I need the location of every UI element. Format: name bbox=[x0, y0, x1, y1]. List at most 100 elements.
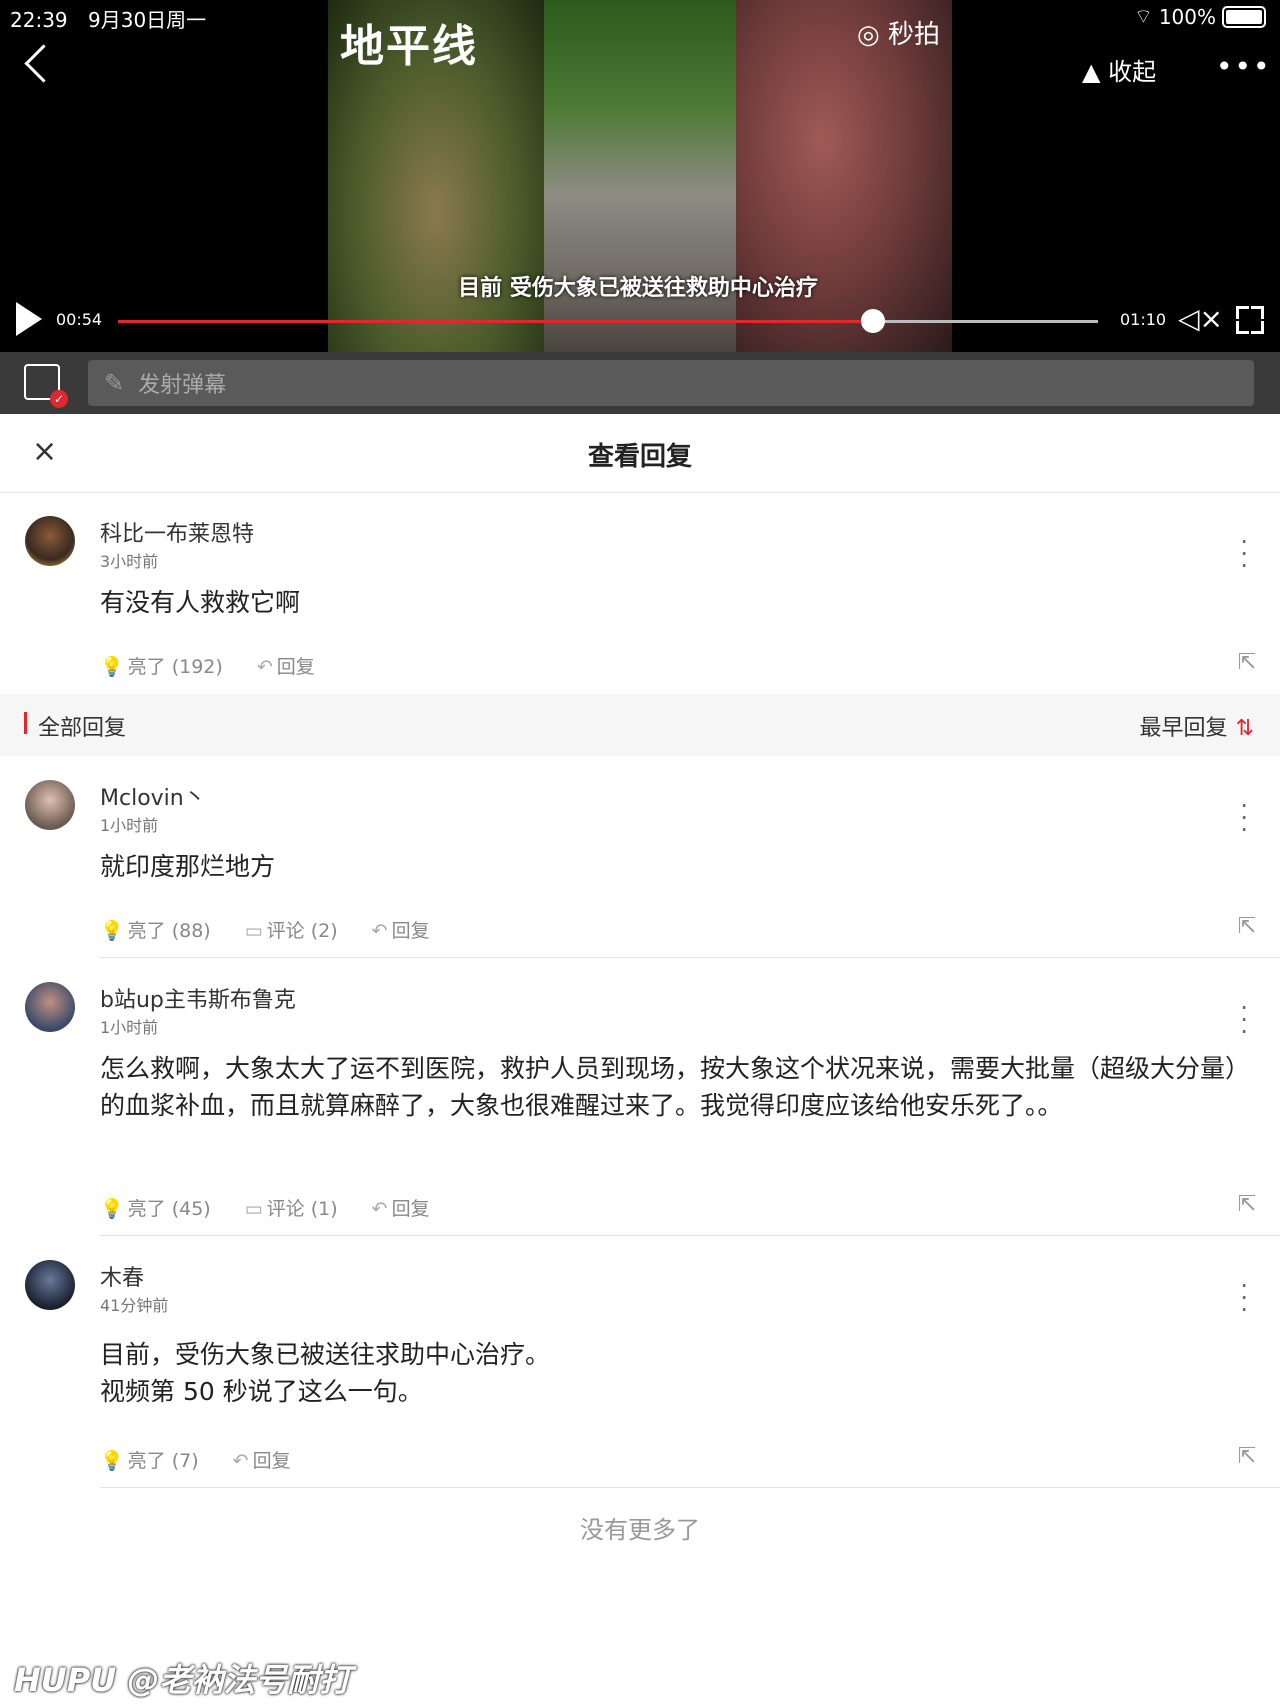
comment-user[interactable]: Mclovin丶 bbox=[100, 780, 206, 812]
pencil-icon: ✎ bbox=[104, 369, 125, 397]
lightbulb-icon: 💡 bbox=[100, 656, 124, 678]
share-icon[interactable]: ⇱ bbox=[1238, 914, 1256, 939]
miaopai-logo: ◎ 秒拍 bbox=[857, 20, 940, 50]
like-button[interactable]: 💡 亮了 (88) bbox=[100, 916, 211, 943]
reply-arrow-icon: ↶ bbox=[371, 920, 388, 942]
reply-button[interactable]: ↶ 回复 bbox=[233, 1446, 291, 1473]
comment-user[interactable]: 科比一布莱恩特 bbox=[100, 516, 254, 548]
list-item: b站up主韦斯布鲁克 1小时前 · · · 怎么救啊，大象太大了运不到医院，救护人员… bbox=[0, 958, 1280, 1236]
list-item: 木春 41分钟前 · · · 目前，受伤大象已被送往求助中心治疗。 视频第 50 秒… bbox=[0, 1236, 1280, 1488]
danmu-bar: ✎ 发射弹幕 bbox=[0, 352, 1280, 414]
sort-button[interactable]: 最早回复 ⇅ bbox=[1140, 710, 1254, 742]
like-button[interactable]: 💡 亮了 (192) bbox=[100, 652, 223, 679]
progress-fill bbox=[118, 320, 873, 323]
comment-count: 评论 (1) bbox=[266, 1198, 338, 1220]
avatar[interactable] bbox=[25, 1260, 75, 1310]
comment-text-line: 目前，受伤大象已被送往求助中心治疗。 bbox=[100, 1340, 551, 1369]
reply-button[interactable]: ↶ 回复 bbox=[257, 652, 315, 679]
back-chevron-icon[interactable] bbox=[24, 44, 63, 83]
list-item: Mclovin丶 1小时前 · · · 就印度那烂地方 💡 亮了 (88) ▭ 评论 (… bbox=[0, 756, 1280, 958]
comment-text: 目前，受伤大象已被送往求助中心治疗。 视频第 50 秒说了这么一句。 bbox=[100, 1336, 1250, 1410]
current-time: 00:54 bbox=[56, 310, 103, 329]
share-icon[interactable]: ⇱ bbox=[1238, 650, 1256, 675]
like-count: 亮了 (45) bbox=[127, 1198, 211, 1220]
comment-text: 有没有人救救它啊 bbox=[100, 588, 301, 617]
comment-time: 1小时前 bbox=[100, 816, 159, 835]
comment-text-line: 视频第 50 秒说了这么一句。 bbox=[100, 1377, 423, 1406]
video-player[interactable]: 地平线 ◎ 秒拍 目前 受伤大象已被送往救助中心治疗 22:39 9月30日周一… bbox=[0, 0, 1280, 352]
sort-icon: ⇅ bbox=[1235, 716, 1254, 741]
comment-user[interactable]: 木春 bbox=[100, 1260, 144, 1292]
section-accent bbox=[24, 712, 27, 734]
comment-bubble-icon: ▭ bbox=[244, 920, 263, 942]
channel-logo: 地平线 bbox=[340, 21, 478, 72]
like-button[interactable]: 💡 亮了 (7) bbox=[100, 1446, 199, 1473]
avatar[interactable] bbox=[25, 780, 75, 830]
comments-button[interactable]: ▭ 评论 (1) bbox=[245, 1194, 338, 1221]
lightbulb-icon: 💡 bbox=[100, 1450, 124, 1472]
section-label: 全部回复 bbox=[38, 716, 127, 741]
sort-label: 最早回复 bbox=[1139, 716, 1228, 741]
share-icon[interactable]: ⇱ bbox=[1238, 1192, 1256, 1217]
comments-button[interactable]: ▭ 评论 (2) bbox=[245, 916, 338, 943]
comment-text: 就印度那烂地方 bbox=[100, 852, 276, 881]
video-controls: 00:54 01:10 ◁× bbox=[0, 296, 1280, 344]
avatar[interactable] bbox=[25, 982, 75, 1032]
progress-track[interactable] bbox=[118, 309, 1098, 333]
like-button[interactable]: 💡 亮了 (45) bbox=[100, 1194, 211, 1221]
danmu-toggle-icon[interactable] bbox=[24, 364, 68, 408]
comment-actions: 💡 亮了 (7) ↶ 回复 bbox=[100, 1446, 291, 1473]
reply-button[interactable]: ↶ 回复 bbox=[372, 916, 430, 943]
total-time: 01:10 bbox=[1120, 310, 1167, 329]
comment-time: 3小时前 bbox=[100, 552, 159, 571]
play-icon[interactable] bbox=[16, 302, 42, 336]
reply-sheet-header: × 查看回复 bbox=[0, 414, 1280, 493]
kebab-menu-icon[interactable]: · · · bbox=[1240, 530, 1248, 578]
progress-knob[interactable] bbox=[860, 309, 885, 333]
like-count: 亮了 (192) bbox=[127, 656, 223, 678]
reply-label: 回复 bbox=[391, 1198, 430, 1220]
battery-icon bbox=[1222, 5, 1266, 28]
comment-user[interactable]: b站up主韦斯布鲁克 bbox=[100, 982, 296, 1014]
watermark: HUPU @老衲法号耐打 bbox=[14, 1661, 352, 1699]
fullscreen-icon[interactable] bbox=[1236, 306, 1264, 334]
main-comment: 科比一布莱恩特 3小时前 · · · 有没有人救救它啊 💡 亮了 (192) ↶ 回复 … bbox=[0, 492, 1280, 694]
like-count: 亮了 (7) bbox=[127, 1450, 199, 1472]
more-options-icon[interactable]: ••• bbox=[1216, 50, 1272, 83]
reply-arrow-icon: ↶ bbox=[371, 1198, 388, 1220]
reply-button[interactable]: ↶ 回复 bbox=[372, 1194, 430, 1221]
reply-label: 回复 bbox=[252, 1450, 291, 1472]
avatar[interactable] bbox=[25, 516, 75, 566]
comment-actions: 💡 亮了 (88) ▭ 评论 (2) ↶ 回复 bbox=[100, 916, 430, 943]
reply-arrow-icon: ↶ bbox=[256, 656, 273, 678]
lightbulb-icon: 💡 bbox=[100, 1198, 124, 1220]
wifi-icon: ⌔ bbox=[1134, 4, 1153, 28]
comment-actions: 💡 亮了 (45) ▭ 评论 (1) ↶ 回复 bbox=[100, 1194, 430, 1221]
reply-label: 回复 bbox=[391, 920, 430, 942]
share-icon[interactable]: ⇱ bbox=[1238, 1444, 1256, 1469]
danmu-input[interactable]: ✎ 发射弹幕 bbox=[88, 360, 1254, 406]
kebab-menu-icon[interactable]: · · · bbox=[1240, 996, 1248, 1044]
all-replies-bar: 全部回复 最早回复 ⇅ bbox=[0, 694, 1280, 756]
collapse-button[interactable]: ▲ 收起 bbox=[1082, 52, 1156, 87]
divider bbox=[100, 1487, 1280, 1488]
reply-label: 回复 bbox=[276, 656, 315, 678]
status-time: 22:39 bbox=[10, 8, 68, 32]
status-date: 9月30日周一 bbox=[88, 8, 207, 32]
no-more-text: 没有更多了 bbox=[580, 1516, 700, 1544]
page-title: 查看回复 bbox=[587, 442, 692, 472]
kebab-menu-icon[interactable]: · · · bbox=[1240, 1274, 1248, 1322]
lightbulb-icon: 💡 bbox=[100, 920, 124, 942]
comment-text: 怎么救啊，大象太大了运不到医院，救护人员到现场，按大象这个状况来说，需要大批量（… bbox=[100, 1054, 1251, 1120]
comment-time: 1小时前 bbox=[100, 1018, 159, 1037]
comment-count: 评论 (2) bbox=[266, 920, 338, 942]
comment-bubble-icon: ▭ bbox=[244, 1198, 263, 1220]
comment-actions: 💡 亮了 (192) ↶ 回复 bbox=[100, 652, 315, 679]
danmu-placeholder: 发射弹幕 bbox=[138, 373, 227, 398]
mute-icon[interactable]: ◁× bbox=[1178, 302, 1223, 335]
like-count: 亮了 (88) bbox=[127, 920, 211, 942]
status-bar-left: 22:39 9月30日周一 bbox=[10, 4, 206, 33]
kebab-menu-icon[interactable]: · · · bbox=[1240, 794, 1248, 842]
status-bar-right: ⌔ 100% bbox=[1134, 4, 1266, 29]
reply-arrow-icon: ↶ bbox=[232, 1450, 249, 1472]
